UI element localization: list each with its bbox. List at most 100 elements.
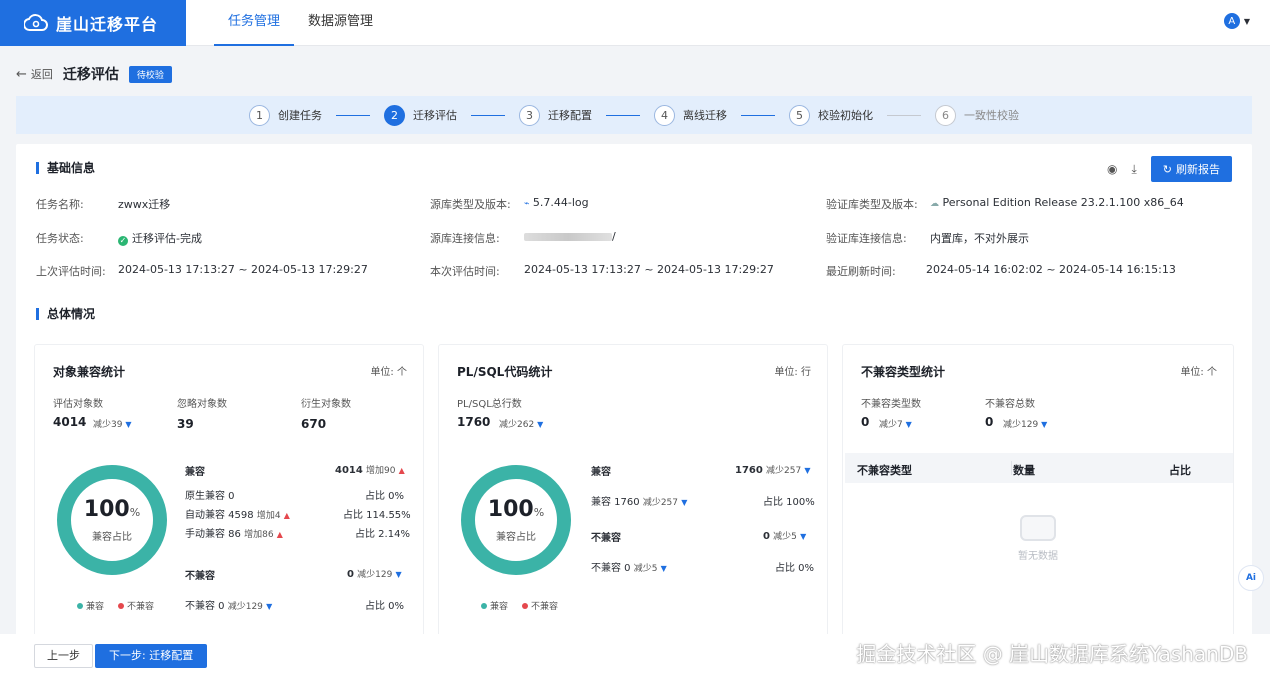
cloud-logo-icon: [24, 14, 48, 31]
eval-count-label: 评估对象数: [53, 399, 103, 410]
next-step-button[interactable]: 下一步: 迁移配置: [95, 644, 208, 668]
type-count-delta: 减少7 ▼: [879, 417, 912, 430]
plsql-total-label: PL/SQL总行数: [457, 399, 522, 410]
ignore-count-label: 忽略对象数: [177, 399, 227, 410]
incompat-row-pct: 占比 0%: [775, 563, 815, 574]
ai-assistant-button[interactable]: Ai: [1238, 565, 1264, 591]
task-name-label: 任务名称:: [36, 198, 84, 211]
compat-total-value: 1760: [735, 465, 763, 476]
step-connector: [606, 114, 640, 116]
delta-text: 减少262: [499, 420, 535, 430]
eye-icon[interactable]: ◉: [1107, 162, 1117, 176]
back-label: 返回: [30, 68, 53, 81]
arrow-left-icon: ←: [16, 66, 27, 82]
tab-datasource-management[interactable]: 数据源管理: [294, 0, 387, 46]
app-title: 崖山迁移平台: [56, 15, 159, 34]
col-header-pct: 占比: [1169, 464, 1191, 477]
mysql-icon: ⌁: [524, 199, 530, 209]
step-connector: [336, 114, 370, 116]
arrow-down-icon: ▼: [266, 602, 273, 611]
delta-text: 增加86: [244, 530, 274, 540]
step-number: 5: [789, 104, 810, 126]
arrow-down-icon: ▼: [800, 532, 807, 541]
step-verify-init[interactable]: 5 校验初始化: [789, 104, 873, 126]
src-type-text: 5.7.44-log: [532, 196, 589, 209]
tab-task-management[interactable]: 任务管理: [214, 0, 295, 46]
table-header: 不兼容类型 数量 占比: [845, 453, 1233, 483]
src-conn-label: 源库连接信息:: [430, 232, 500, 245]
compat-heading: 兼容: [591, 467, 611, 478]
delta-text: 减少39: [93, 420, 123, 430]
arrow-up-icon: ▲: [283, 511, 290, 520]
derive-count-value: 670: [301, 417, 327, 431]
card-unit: 单位: 个: [1180, 367, 1217, 378]
app-logo[interactable]: 崖山迁移平台: [0, 0, 186, 46]
auto-label: 自动兼容 4598: [185, 510, 254, 521]
refresh-icon: ↻: [1162, 163, 1172, 176]
src-type-value: ⌁ 5.7.44-log: [524, 196, 589, 209]
report-panel: 基础信息 ◉ ⤓ ↻ 刷新报告 任务名称: zwwx迁移 任务状态: ✓ 迁移评估-…: [16, 144, 1252, 676]
step-number: 6: [935, 104, 956, 126]
incompat-row-label: 不兼容 0: [185, 601, 225, 612]
task-status-label: 任务状态:: [36, 232, 84, 245]
delta-text: 减少257: [766, 466, 802, 476]
plsql-stats-card: PL/SQL代码统计 单位: 行 PL/SQL总行数 1760 减少262 ▼ …: [438, 344, 828, 674]
delta-text: 增加4: [256, 511, 281, 521]
src-conn-value: /: [524, 230, 616, 243]
incompat-row: 不兼容 0 减少129 ▼: [185, 597, 272, 612]
step-connector: [471, 114, 505, 116]
prev-step-button[interactable]: 上一步: [34, 644, 93, 668]
step-connector: [887, 114, 921, 116]
step-migration-config[interactable]: 3 迁移配置: [519, 104, 592, 126]
legend-incompat: 不兼容: [522, 599, 558, 612]
delta-text: 减少129: [1003, 420, 1039, 430]
step-label: 创建任务: [278, 109, 322, 122]
card-unit: 单位: 个: [370, 367, 407, 378]
legend-incompat: 不兼容: [118, 599, 154, 612]
compat-total: 4014 增加90 ▲: [335, 463, 405, 476]
step-number: 3: [519, 104, 540, 126]
pct-sign: %: [129, 506, 141, 519]
auto-compat-pct: 占比 114.55%: [343, 510, 411, 521]
empty-box-icon: [1020, 515, 1056, 541]
donut-center: 100% 兼容占比: [459, 497, 573, 543]
incompat-total-value: 0: [763, 531, 770, 542]
download-icon[interactable]: ⤓: [1131, 162, 1136, 177]
dst-conn-label: 验证库连接信息:: [826, 232, 907, 245]
step-offline-migration[interactable]: 4 离线迁移: [654, 104, 727, 126]
page-header: ← 返回 迁移评估 待校验: [16, 56, 1252, 92]
legend-dot: [77, 603, 83, 609]
user-menu[interactable]: A ▼: [1223, 13, 1250, 29]
derive-count-label: 衍生对象数: [301, 399, 351, 410]
incompat-total: 0 减少5 ▼: [763, 529, 806, 542]
incompat-heading: 不兼容: [185, 571, 215, 582]
back-button[interactable]: ← 返回: [16, 66, 53, 82]
auto-compat-row: 自动兼容 4598 增加4 ▲: [185, 506, 290, 521]
col-header-type: 不兼容类型: [857, 464, 912, 477]
pct-sign: %: [533, 506, 545, 519]
arrow-down-icon: ▼: [804, 466, 811, 475]
step-number: 4: [654, 104, 675, 126]
last-eval-value: 2024-05-13 17:13:27 ~ 2024-05-13 17:29:2…: [118, 263, 368, 276]
incompat-total-label: 不兼容总数: [985, 399, 1035, 410]
legend-dot: [118, 603, 125, 609]
info-column-3: 验证库类型及版本: ☁ Personal Edition Release 23.…: [826, 196, 1246, 286]
legend-dot: [481, 603, 487, 609]
main-content: ← 返回 迁移评估 待校验 1 创建任务 2 迁移评估 3 迁移配置 4 离线迁移 5校…: [16, 56, 1252, 676]
arrow-down-icon: ▼: [125, 420, 132, 429]
task-status-value: ✓ 迁移评估-完成: [118, 230, 202, 246]
step-migration-eval[interactable]: 2 迁移评估: [384, 104, 457, 126]
refresh-report-button[interactable]: ↻ 刷新报告: [1150, 156, 1232, 182]
avatar-icon: A: [1223, 13, 1240, 29]
src-conn-suffix: /: [612, 230, 616, 243]
step-consistency-check[interactable]: 6 一致性校验: [935, 104, 1019, 126]
card-title: 不兼容类型统计: [861, 365, 946, 379]
compat-pct: 100: [83, 497, 130, 522]
step-create-task[interactable]: 1 创建任务: [249, 104, 322, 126]
delta-text: 减少5: [633, 564, 658, 574]
compat-row-label: 兼容 1760: [591, 497, 640, 508]
delta-text: 减少129: [357, 570, 393, 580]
report-toolbar: ◉ ⤓ ↻ 刷新报告: [1107, 156, 1232, 182]
compat-pct: 100: [487, 497, 534, 522]
arrow-up-icon: ▲: [276, 530, 283, 539]
